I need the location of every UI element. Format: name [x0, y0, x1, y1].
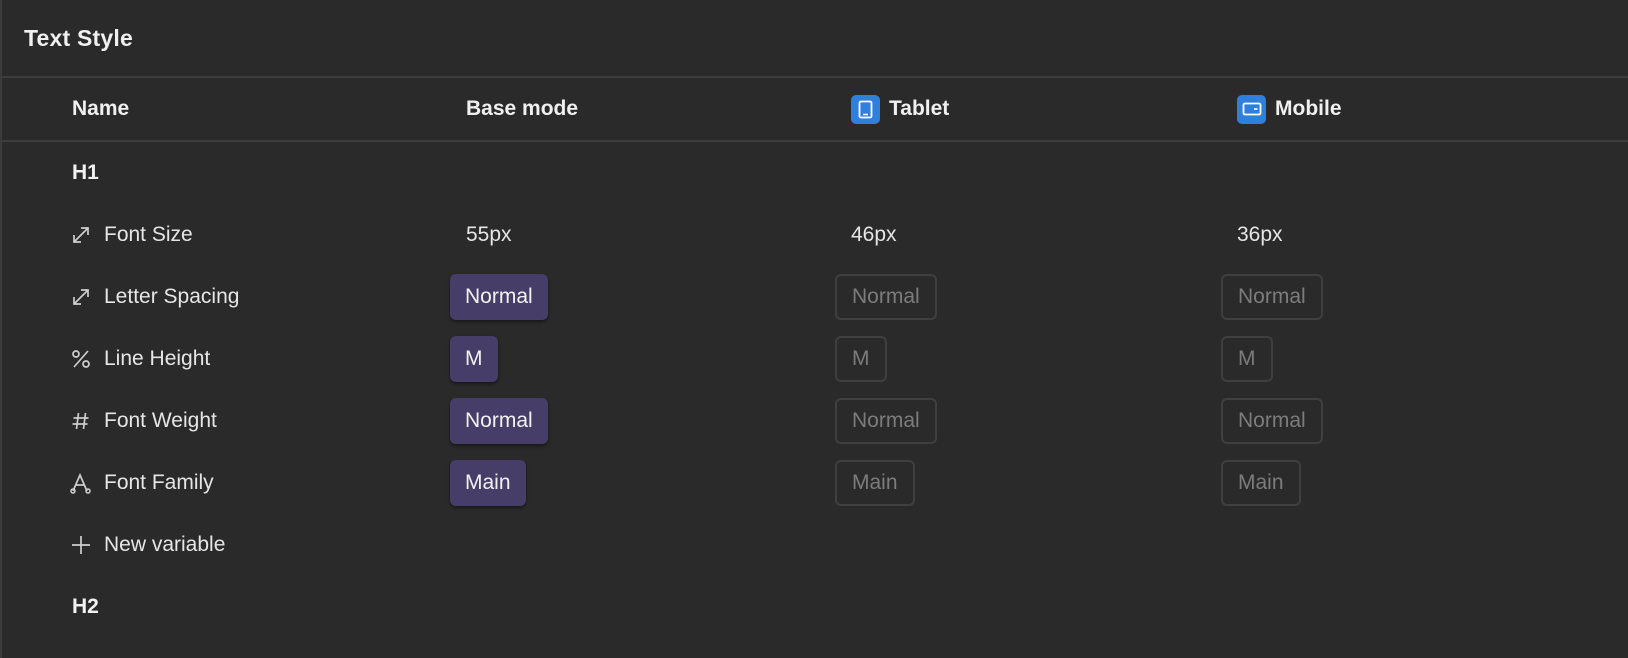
column-header-name-label: Name — [72, 97, 130, 120]
mobile-value-chip[interactable]: Normal — [1221, 398, 1323, 444]
hash-icon — [68, 408, 94, 434]
panel-header: Text Style — [2, 0, 1628, 78]
variable-name: Letter Spacing — [104, 285, 240, 308]
variable-row-font-family[interactable]: Font Family Main Main Main — [2, 452, 1628, 514]
tablet-value-chip[interactable]: Main — [835, 460, 915, 506]
tablet-value-chip[interactable]: M — [835, 336, 887, 382]
mobile-icon — [1237, 94, 1266, 124]
group-label: H1 — [72, 161, 99, 184]
variable-name: Font Weight — [104, 409, 217, 432]
tablet-value-chip[interactable]: Normal — [835, 398, 937, 444]
base-value[interactable]: 55px — [466, 223, 512, 247]
font-family-icon — [68, 470, 94, 496]
column-header-name[interactable]: Name — [72, 78, 129, 140]
group-row-h1[interactable]: H1 — [2, 142, 1628, 204]
new-variable-label: New variable — [104, 533, 226, 556]
plus-icon — [68, 532, 94, 558]
resize-arrow-icon — [68, 222, 94, 248]
variable-name: Line Height — [104, 347, 211, 370]
variable-row-font-weight[interactable]: Font Weight Normal Normal Normal — [2, 390, 1628, 452]
base-value-chip[interactable]: Normal — [450, 398, 548, 444]
tablet-value[interactable]: 46px — [851, 223, 897, 247]
column-header-mobile[interactable]: Mobile — [1237, 78, 1342, 140]
variable-row-letter-spacing[interactable]: Letter Spacing Normal Normal Normal — [2, 266, 1628, 328]
mobile-value-chip[interactable]: M — [1221, 336, 1273, 382]
base-value-chip[interactable]: M — [450, 336, 498, 382]
mobile-value-chip[interactable]: Main — [1221, 460, 1301, 506]
variable-row-font-size[interactable]: Font Size 55px 46px 36px — [2, 204, 1628, 266]
group-row-h2[interactable]: H2 — [2, 576, 1628, 638]
panel-title: Text Style — [24, 24, 133, 51]
variable-name: Font Family — [104, 471, 214, 494]
column-header-tablet[interactable]: Tablet — [851, 78, 949, 140]
variable-row-line-height[interactable]: Line Height M M M — [2, 328, 1628, 390]
mobile-value-chip[interactable]: Normal — [1221, 274, 1323, 320]
column-header-row: Name Base mode Tablet Mobile — [2, 78, 1628, 142]
column-header-base-label: Base mode — [466, 97, 579, 120]
base-value-chip[interactable]: Normal — [450, 274, 548, 320]
column-header-base-mode[interactable]: Base mode — [466, 78, 578, 140]
resize-arrow-icon — [68, 284, 94, 310]
tablet-value-chip[interactable]: Normal — [835, 274, 937, 320]
new-variable-button[interactable]: New variable — [2, 514, 1628, 576]
base-value-chip[interactable]: Main — [450, 460, 526, 506]
mobile-value[interactable]: 36px — [1237, 223, 1283, 247]
variable-name: Font Size — [104, 223, 193, 246]
group-label: H2 — [72, 595, 99, 618]
percent-icon — [68, 346, 94, 372]
column-header-tablet-label: Tablet — [889, 97, 950, 120]
tablet-icon — [851, 94, 880, 124]
text-style-panel: Text Style Name Base mode Tablet Mobile … — [0, 0, 1628, 658]
column-header-mobile-label: Mobile — [1275, 97, 1342, 120]
